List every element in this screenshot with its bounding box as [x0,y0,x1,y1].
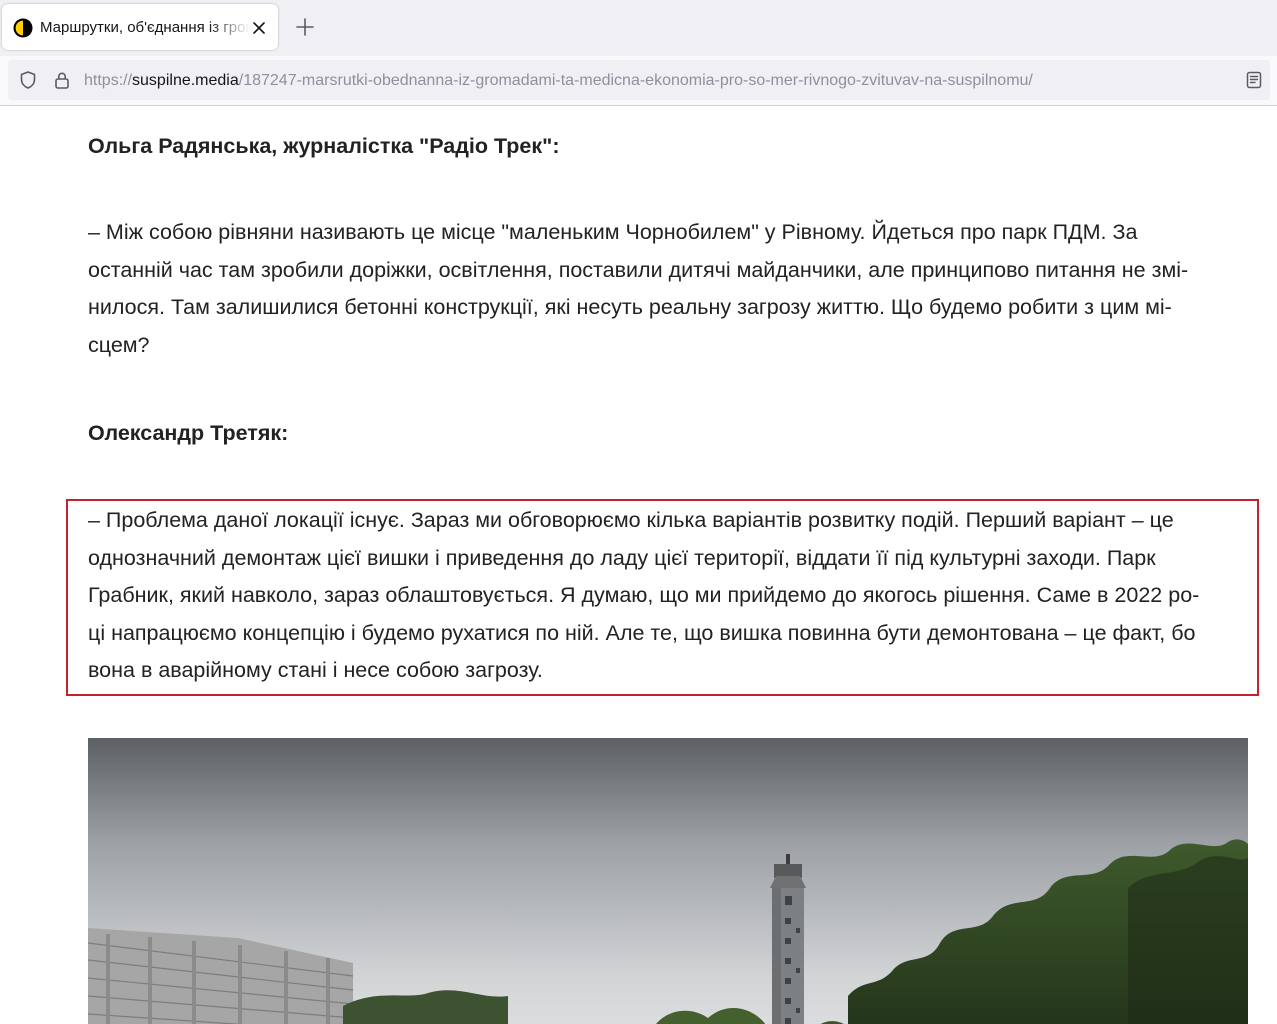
park-tower-photo [88,738,1248,1024]
paragraph-line: однозначний демонтаж цієї вишки і привед… [88,545,1156,570]
tab-title: Маршрутки, об'єднання із громадами та ме… [40,19,250,36]
speaker-name: Олександр Третяк: [88,421,289,445]
tab-strip: Маршрутки, об'єднання із громадами та ме… [0,0,1277,56]
page-content: Ольга Радянська, журналістка "Радіо Трек… [0,106,1277,1024]
paragraph-line: вона в аварійному стані і несе собою заг… [88,658,543,682]
new-tab-plus-icon[interactable] [293,15,317,39]
question-paragraph: – Між собою рівняни називають це місце "… [88,214,1248,364]
answer-paragraph: – Проблема даної локації існує. Зараз ми… [88,502,1248,690]
url-domain: suspilne.media [132,72,239,89]
tab-active[interactable]: Маршрутки, об'єднання із громадами та ме… [2,4,278,50]
speaker-1: Ольга Радянська, журналістка "Радіо Трек… [88,128,1248,166]
speaker-name: Ольга Радянська, журналістка "Радіо Трек… [88,134,560,158]
url-scheme: https:// [84,72,133,89]
url-text[interactable]: https://suspilne.media/187247-marsrutki-… [84,70,1224,92]
paragraph-line: – Між собою рівняни називають це місце "… [88,220,1138,244]
paragraph-line: останній час там зробили доріжки, освітл… [88,257,1189,282]
navigation-bar: https://suspilne.media/187247-marsrutki-… [0,56,1277,106]
shield-icon[interactable] [18,70,38,90]
url-bar[interactable]: https://suspilne.media/187247-marsrutki-… [8,60,1270,100]
site-favicon-icon [13,18,33,38]
reader-view-icon[interactable] [1244,70,1264,90]
article-photo [88,738,1248,1024]
paragraph-line: ці напрацюємо концепцію і будемо рухатис… [88,620,1196,645]
lock-icon[interactable] [52,70,72,90]
speaker-2: Олександр Третяк: [88,415,1248,453]
paragraph-line: нилося. Там залишилися бетонні конструкц… [88,295,1172,319]
paragraph-line: – Проблема даної локації існує. Зараз ми… [88,508,1174,532]
paragraph-line: Грабник, який навколо, зараз облаштовуєт… [88,583,1200,607]
close-icon[interactable] [250,19,268,37]
url-path: /187247-marsrutki-obednanna-iz-gromadami… [238,72,1033,89]
browser-window: Маршрутки, об'єднання із громадами та ме… [0,0,1277,1024]
paragraph-line: сцем? [88,332,150,357]
